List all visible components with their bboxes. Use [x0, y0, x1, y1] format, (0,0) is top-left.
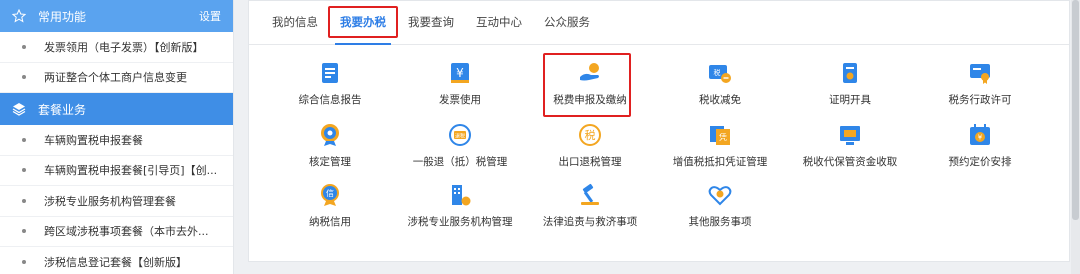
function-item-license[interactable]: 税务行政许可 [915, 59, 1045, 109]
function-item-report[interactable]: 综合信息报告 [265, 59, 395, 109]
common-functions-title: 常用功能 [38, 9, 87, 24]
tax-reduction-icon: 税 [709, 65, 731, 83]
svg-text:¥: ¥ [456, 66, 464, 80]
function-item-other-services[interactable]: 其他服务事项 [655, 181, 785, 231]
function-item-invoice[interactable]: ¥ 发票使用 [395, 59, 525, 109]
sidebar-item[interactable]: 跨区域涉税事项套餐（本市去外... [0, 217, 233, 247]
bullet-icon [22, 44, 26, 49]
function-label: 增值税抵扣凭证管理 [672, 156, 768, 168]
function-label: 出口退税管理 [558, 156, 622, 168]
svg-text:¥: ¥ [978, 134, 983, 142]
tab-label: 我的信息 [272, 15, 318, 29]
bullet-icon [22, 75, 26, 80]
sidebar-item-label: 跨区域涉税事项套餐（本市去外... [44, 225, 209, 239]
refund-icon: 退税 [449, 124, 471, 146]
common-functions-header[interactable]: 常用功能 设置 [0, 0, 233, 32]
sidebar-item-label: 涉税专业服务机构管理套餐 [44, 194, 176, 208]
svg-text:凭: 凭 [719, 132, 727, 142]
bullet-icon [22, 259, 26, 264]
sidebar-item-label: 发票领用（电子发票）【创新版】 [44, 40, 204, 54]
sidebar-item[interactable]: 发票领用（电子发票）【创新版】 [0, 32, 233, 63]
sidebar-item-label: 两证整合个体工商户信息变更 [44, 71, 187, 85]
function-item-export-refund[interactable]: 税 出口退税管理 [525, 121, 655, 171]
tab-label: 互动中心 [476, 15, 522, 29]
scrollbar-thumb[interactable] [1072, 0, 1079, 220]
sidebar-item[interactable]: 车辆购置税申报套餐 [0, 125, 233, 156]
tab-label: 公众服务 [544, 15, 590, 29]
function-label: 法律追责与救济事项 [542, 216, 638, 228]
function-item-tax-reduction[interactable]: 税 税收减免 [655, 59, 785, 109]
function-label: 预约定价安排 [948, 156, 1012, 168]
certificate-icon [843, 63, 857, 83]
sidebar-item-label: 车辆购置税申报套餐 [44, 133, 143, 147]
tab-handle-tax[interactable]: 我要办税 [328, 0, 398, 45]
agency-icon [452, 185, 471, 206]
function-label: 纳税信用 [309, 216, 351, 228]
report-icon [322, 63, 338, 83]
sidebar-item[interactable]: 涉税信息登记套餐【创新版】 [0, 247, 233, 274]
layers-icon [12, 102, 26, 116]
tab-public-service[interactable]: 公众服务 [533, 0, 601, 44]
bullet-icon [22, 137, 26, 142]
function-label: 一般退（抵）税管理 [412, 156, 508, 168]
function-label: 涉税专业服务机构管理 [407, 216, 513, 228]
function-item-calendar[interactable]: ¥ 预约定价安排 [915, 121, 1045, 171]
function-item-custody-funds[interactable]: 税收代保管资金收取 [785, 121, 915, 171]
svg-text:税: 税 [585, 128, 596, 142]
tab-bar: 我的信息 我要办税 我要查询 互动中心 公众服务 [249, 1, 1069, 45]
highlight-box [543, 53, 631, 117]
verification-icon [321, 124, 339, 146]
function-label: 发票使用 [439, 94, 481, 106]
svg-text:信: 信 [326, 188, 334, 198]
svg-text:退税: 退税 [455, 133, 465, 140]
calendar-icon: ¥ [970, 124, 990, 145]
tab-query[interactable]: 我要查询 [397, 0, 465, 44]
package-business-header[interactable]: 套餐业务 [0, 93, 233, 125]
sidebar: 常用功能 设置 发票领用（电子发票）【创新版】 两证整合个体工商户信息变更 套餐… [0, 0, 234, 274]
tab-label: 我要查询 [408, 15, 454, 29]
heart-service-icon [708, 186, 732, 206]
function-label: 税务行政许可 [948, 94, 1012, 106]
invoice-icon: ¥ [451, 63, 469, 83]
vat-voucher-icon: 凭 [710, 126, 730, 145]
sidebar-item[interactable]: 两证整合个体工商户信息变更 [0, 63, 233, 93]
function-label: 综合信息报告 [298, 94, 362, 106]
sidebar-item-label: 车辆购置税申报套餐[引导页]【创... [44, 164, 218, 178]
sidebar-item-label: 涉税信息登记套餐【创新版】 [44, 255, 187, 269]
main-panel: 我的信息 我要办税 我要查询 互动中心 公众服务 综合信息报告 ¥ 发票使用 税… [248, 0, 1070, 262]
tab-interaction[interactable]: 互动中心 [465, 0, 533, 44]
function-label: 证明开具 [829, 94, 871, 106]
function-item-agency[interactable]: 涉税专业服务机构管理 [395, 181, 525, 231]
function-label: 税收减免 [699, 94, 741, 106]
tab-my-info[interactable]: 我的信息 [261, 0, 329, 44]
function-item-refund[interactable]: 退税 一般退（抵）税管理 [395, 121, 525, 171]
custody-funds-icon [840, 126, 860, 145]
gavel-icon [581, 183, 599, 205]
function-item-certificate[interactable]: 证明开具 [785, 59, 915, 109]
settings-link[interactable]: 设置 [199, 8, 221, 24]
sidebar-item[interactable]: 车辆购置税申报套餐[引导页]【创... [0, 156, 233, 186]
export-refund-icon: 税 [579, 124, 601, 146]
bullet-icon [22, 229, 26, 234]
package-business-title: 套餐业务 [38, 102, 87, 117]
function-item-credit[interactable]: 信 纳税信用 [265, 181, 395, 231]
bullet-icon [22, 168, 26, 173]
svg-text:税: 税 [714, 68, 721, 77]
star-icon [12, 9, 26, 23]
sidebar-item[interactable]: 涉税专业服务机构管理套餐 [0, 186, 233, 217]
function-item-vat-voucher[interactable]: 凭 增值税抵扣凭证管理 [655, 121, 785, 171]
function-label: 其他服务事项 [688, 216, 752, 228]
function-label: 税收代保管资金收取 [802, 156, 898, 168]
credit-icon: 信 [321, 184, 339, 206]
bullet-icon [22, 198, 26, 203]
function-item-legal[interactable]: 法律追责与救济事项 [525, 181, 655, 231]
license-icon [970, 64, 990, 84]
scrollbar[interactable] [1071, 0, 1080, 274]
function-label: 核定管理 [309, 156, 351, 168]
tab-label: 我要办税 [340, 15, 386, 29]
function-item-verification[interactable]: 核定管理 [265, 121, 395, 171]
